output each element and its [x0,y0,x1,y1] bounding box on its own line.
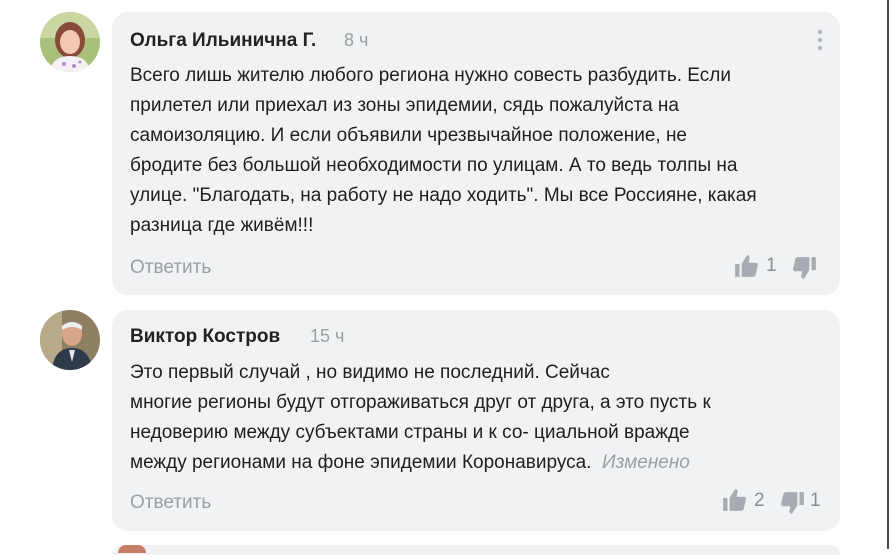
comment-text-segment: между регионами на фоне эпидемии Коронав… [130,452,592,473]
avatar[interactable] [40,310,100,370]
comment-text-line: недоверию между субъектами страны и к со… [130,422,690,443]
comment-card: Ольга Ильинична Г. 8 ч Всего лишь жителю… [112,12,840,295]
reply-button[interactable]: Ответить [130,257,211,279]
comment-card: Виктор Костров 15 ч Это первый случай , … [112,310,840,531]
thumbs-down-icon[interactable] [780,490,806,516]
avatar[interactable] [40,12,100,72]
window-edge [887,0,889,549]
edited-label: Изменено [602,452,690,473]
comment-text-line: прилетел или приехал из зоны эпидемии, с… [130,95,679,116]
comment-text-line: Всего лишь жителю любого региона нужно с… [130,65,731,86]
comment-text-line: самоизоляцию. И если объявили чрезвычайн… [130,125,688,146]
comment-text-line: Это первый случай , но видимо не последн… [130,362,610,383]
comment-text-line: бродите без большой необходимости по ули… [130,155,738,176]
comment-text: Всего лишь жителю любого региона нужно с… [130,61,830,241]
dislikes-count: 1 [810,490,821,511]
user-photo-icon [40,12,100,72]
thumbs-up-icon[interactable] [721,487,747,513]
avatar[interactable] [118,545,146,553]
user-photo-icon [40,310,100,370]
thumbs-up-icon[interactable] [733,253,759,279]
author-name[interactable]: Ольга Ильинична Г. [130,30,316,52]
comment-text-line: между регионами на фоне эпидемии Коронав… [130,448,830,478]
likes-count: 1 [766,255,777,276]
likes-count: 2 [754,490,765,511]
comment-text: Это первый случай , но видимо не последн… [130,358,830,478]
comment-text-line: многие регионы будут отгораживаться друг… [130,392,711,413]
comment-time[interactable]: 8 ч [344,30,368,51]
comment-text-line: улице. "Благодать, на работу не надо ход… [130,185,757,206]
more-vertical-icon[interactable] [816,28,824,52]
author-name[interactable]: Виктор Костров [130,326,280,348]
comment-text-line: разница где живём!!! [130,215,314,236]
thumbs-down-icon[interactable] [792,255,818,281]
reply-button[interactable]: Ответить [130,492,211,514]
next-comment-card [112,545,840,555]
comment-time[interactable]: 15 ч [310,326,344,347]
